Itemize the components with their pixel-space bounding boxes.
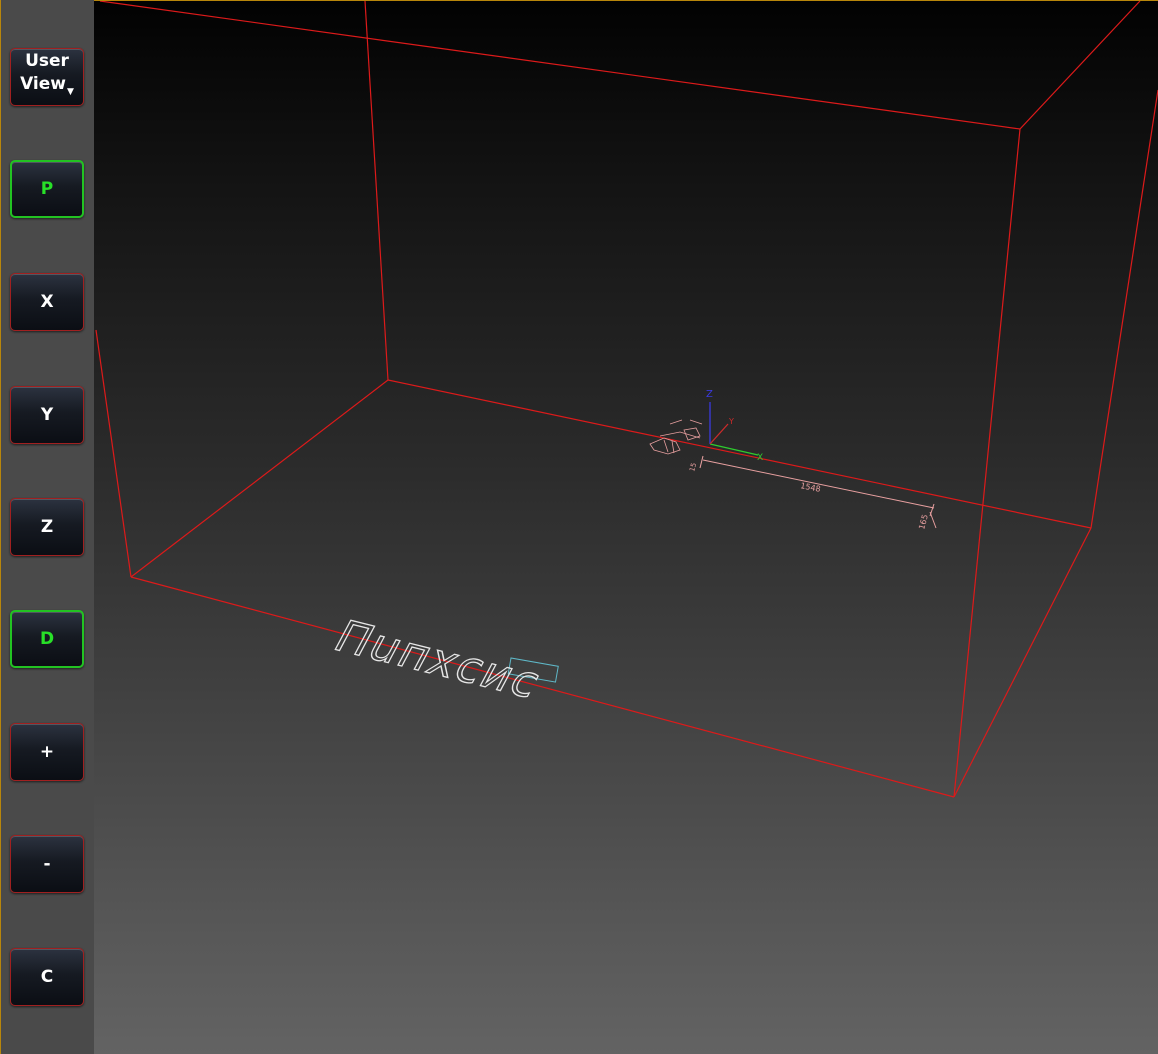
- bbox-edge: [953, 128, 1021, 798]
- bbox-edge: [130, 576, 955, 798]
- zoom-out-button[interactable]: -: [10, 835, 84, 893]
- bbox-edge: [953, 527, 1092, 798]
- bounding-box-wireframe: [95, 1, 1158, 798]
- dimension-label-small: 15: [688, 462, 698, 473]
- user-view-dropdown-button[interactable]: User View▼: [10, 48, 84, 106]
- dropdown-caret-icon: ▼: [67, 87, 74, 97]
- y-axis-line: [709, 423, 729, 445]
- dimensions-toggle-button[interactable]: D: [10, 610, 84, 668]
- x-view-label: X: [40, 292, 54, 312]
- y-axis-label: Y: [728, 417, 734, 426]
- bbox-edge: [387, 379, 1092, 529]
- user-view-label-line1: User: [25, 51, 69, 71]
- bbox-edge: [99, 1, 1021, 130]
- zoom-in-button[interactable]: +: [10, 723, 84, 781]
- perspective-view-label: P: [40, 179, 54, 199]
- center-view-button[interactable]: C: [10, 948, 84, 1006]
- x-view-button[interactable]: X: [10, 273, 84, 331]
- bbox-edge: [1019, 1, 1141, 130]
- engraved-text: Пuпхсис: [326, 612, 551, 709]
- scene-canvas[interactable]: 1548 165 15 Z X Y Пuпхсис: [94, 1, 1158, 1054]
- center-view-label: C: [40, 967, 54, 987]
- origin-axis-triad: [709, 402, 759, 456]
- perspective-view-button[interactable]: P: [10, 160, 84, 218]
- 3d-viewport[interactable]: 1548 165 15 Z X Y Пuпхсис: [94, 1, 1158, 1054]
- bbox-edge: [130, 379, 389, 578]
- zoom-in-label: +: [39, 742, 55, 762]
- zoom-out-label: -: [43, 854, 51, 874]
- user-view-label-line2: View: [20, 74, 66, 94]
- y-view-label: Y: [40, 405, 54, 425]
- app-window: User View▼ P X Y Z D + - C 1548 165 15 Z…: [0, 0, 1158, 1054]
- x-axis-label: X: [757, 453, 763, 463]
- view-toolbar: User View▼ P X Y Z D + - C: [0, 0, 94, 1054]
- z-view-label: Z: [40, 517, 54, 537]
- bbox-edge: [1090, 89, 1158, 529]
- dimensions-toggle-label: D: [39, 629, 55, 649]
- y-view-button[interactable]: Y: [10, 386, 84, 444]
- bbox-edge: [95, 329, 132, 578]
- z-axis-label: Z: [706, 389, 713, 400]
- z-view-button[interactable]: Z: [10, 498, 84, 556]
- dimension-label-length: 1548: [800, 481, 822, 494]
- dimension-label-height: 165: [917, 513, 930, 530]
- bbox-edge: [364, 1, 389, 381]
